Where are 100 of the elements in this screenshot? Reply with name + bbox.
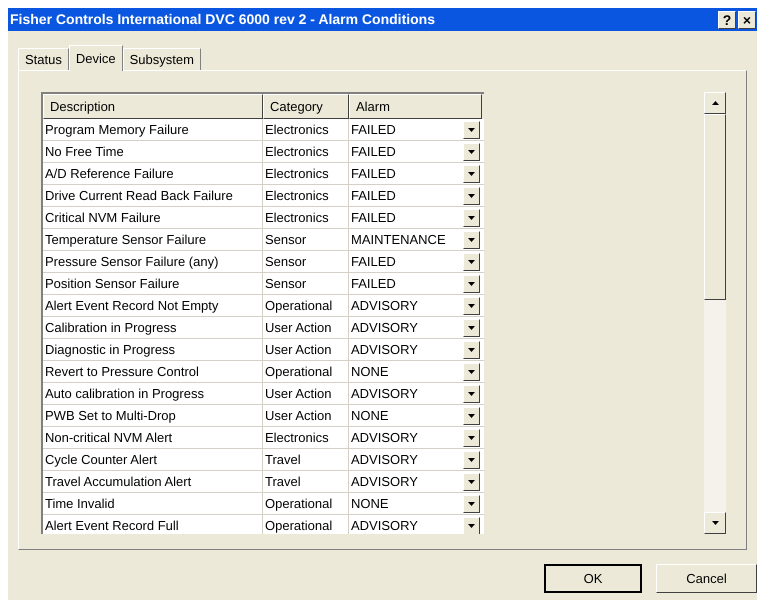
table-cell: Critical NVM Failure	[43, 207, 263, 228]
table-cell: Electronics	[263, 141, 349, 162]
table-cell: Travel	[263, 449, 349, 470]
table-cell: Revert to Pressure Control	[43, 361, 263, 382]
scrollbar[interactable]	[704, 92, 726, 534]
alarm-dropdown[interactable]: FAILED	[349, 163, 482, 184]
dropdown-value: NONE	[351, 406, 389, 425]
table-cell: Operational	[263, 361, 349, 382]
alarm-dropdown[interactable]: FAILED	[349, 273, 482, 294]
dropdown-button[interactable]	[463, 186, 480, 204]
alarm-dropdown[interactable]: FAILED	[349, 119, 482, 140]
alarm-dropdown[interactable]: FAILED	[349, 141, 482, 162]
dropdown-value: NONE	[351, 362, 389, 381]
alarm-dropdown[interactable]: MAINTENANCE	[349, 229, 482, 250]
column-header[interactable]: Description	[43, 94, 263, 119]
dropdown-arrow-icon	[468, 194, 475, 198]
dropdown-button[interactable]	[463, 450, 480, 468]
dropdown-button[interactable]	[463, 384, 480, 402]
alarm-dropdown[interactable]: ADVISORY	[349, 383, 482, 404]
dropdown-value: FAILED	[351, 274, 396, 293]
alarm-dropdown[interactable]: FAILED	[349, 185, 482, 206]
table-cell: Electronics	[263, 207, 349, 228]
dropdown-arrow-icon	[468, 260, 475, 264]
table-cell: Operational	[263, 493, 349, 514]
dropdown-arrow-icon	[468, 502, 475, 506]
dropdown-button[interactable]	[463, 208, 480, 226]
table-cell: Alert Event Record Full	[43, 515, 263, 534]
dropdown-value: ADVISORY	[351, 296, 418, 315]
table-cell: Cycle Counter Alert	[43, 449, 263, 470]
dropdown-button[interactable]	[463, 472, 480, 490]
table-cell: Drive Current Read Back Failure	[43, 185, 263, 206]
table-cell: User Action	[263, 339, 349, 360]
dropdown-button[interactable]	[463, 296, 480, 314]
dropdown-value: ADVISORY	[351, 428, 418, 447]
dropdown-value: FAILED	[351, 120, 396, 139]
tab[interactable]: Subsystem	[122, 48, 201, 70]
alarm-dropdown[interactable]: ADVISORY	[349, 449, 482, 470]
dropdown-button[interactable]	[463, 274, 480, 292]
scroll-up-button[interactable]	[704, 92, 726, 114]
table-cell: Travel	[263, 471, 349, 492]
alarm-dropdown[interactable]: ADVISORY	[349, 295, 482, 316]
dropdown-arrow-icon	[468, 150, 475, 154]
column-header[interactable]: Category	[263, 94, 349, 119]
dropdown-value: ADVISORY	[351, 384, 418, 403]
table-cell: Electronics	[263, 119, 349, 140]
dropdown-value: NONE	[351, 494, 389, 513]
dropdown-button[interactable]	[463, 340, 480, 358]
alarm-dropdown[interactable]: NONE	[349, 361, 482, 382]
table-cell: Auto calibration in Progress	[43, 383, 263, 404]
dropdown-arrow-icon	[468, 458, 475, 462]
dropdown-button[interactable]	[463, 428, 480, 446]
table-cell: Alert Event Record Not Empty	[43, 295, 263, 316]
dropdown-arrow-icon	[468, 326, 475, 330]
table-cell: Program Memory Failure	[43, 119, 263, 140]
close-button[interactable]: ×	[738, 10, 756, 28]
dropdown-arrow-icon	[468, 348, 475, 352]
alarm-dropdown[interactable]: ADVISORY	[349, 515, 482, 534]
dropdown-button[interactable]	[463, 164, 480, 182]
table-cell: No Free Time	[43, 141, 263, 162]
dropdown-value: FAILED	[351, 164, 396, 183]
alarm-dropdown[interactable]: NONE	[349, 493, 482, 514]
dropdown-value: ADVISORY	[351, 450, 418, 469]
dropdown-arrow-icon	[468, 238, 475, 242]
table-cell: Electronics	[263, 163, 349, 184]
dropdown-arrow-icon	[468, 524, 475, 528]
dropdown-button[interactable]	[463, 362, 480, 380]
dropdown-button[interactable]	[463, 494, 480, 512]
table-cell: Electronics	[263, 427, 349, 448]
dropdown-button[interactable]	[463, 516, 480, 534]
table-cell: Calibration in Progress	[43, 317, 263, 338]
dropdown-button[interactable]	[463, 318, 480, 336]
dropdown-value: FAILED	[351, 186, 396, 205]
alarm-dropdown[interactable]: ADVISORY	[349, 427, 482, 448]
cancel-button[interactable]: Cancel	[656, 564, 757, 593]
table-cell: User Action	[263, 383, 349, 404]
dropdown-button[interactable]	[463, 252, 480, 270]
help-button[interactable]: ?	[718, 10, 736, 28]
alarm-dropdown[interactable]: ADVISORY	[349, 471, 482, 492]
alarm-dropdown[interactable]: FAILED	[349, 207, 482, 228]
tab[interactable]: Status	[18, 48, 69, 70]
alarm-dropdown[interactable]: NONE	[349, 405, 482, 426]
ok-button[interactable]: OK	[544, 564, 642, 593]
alarm-dropdown[interactable]: ADVISORY	[349, 339, 482, 360]
dropdown-arrow-icon	[468, 216, 475, 220]
dropdown-button[interactable]	[463, 406, 480, 424]
scroll-down-button[interactable]	[704, 512, 726, 534]
column-header[interactable]: Alarm	[349, 94, 482, 119]
table-cell: Sensor	[263, 229, 349, 250]
scroll-thumb[interactable]	[704, 114, 726, 300]
dropdown-value: FAILED	[351, 252, 396, 271]
dropdown-button[interactable]	[463, 142, 480, 160]
dropdown-button[interactable]	[463, 120, 480, 138]
dropdown-button[interactable]	[463, 230, 480, 248]
alarm-dropdown[interactable]: ADVISORY	[349, 317, 482, 338]
dropdown-value: FAILED	[351, 208, 396, 227]
dropdown-arrow-icon	[468, 128, 475, 132]
table-cell: Pressure Sensor Failure (any)	[43, 251, 263, 272]
table-cell: A/D Reference Failure	[43, 163, 263, 184]
alarm-dropdown[interactable]: FAILED	[349, 251, 482, 272]
tab[interactable]: Device	[68, 45, 123, 71]
